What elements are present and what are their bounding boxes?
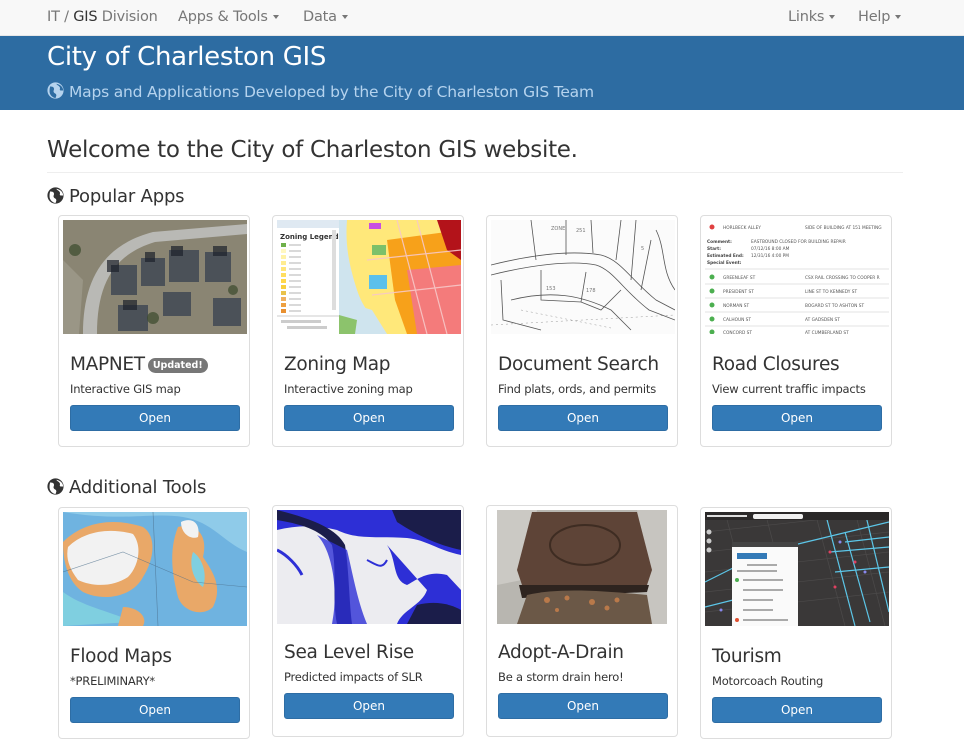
section-title-text: Additional Tools	[69, 477, 207, 498]
menu-label: Links	[788, 9, 825, 25]
open-button-sea-level-rise[interactable]: Open	[284, 693, 454, 719]
card-description: Predicted impacts of SLR	[284, 670, 423, 684]
menu-help[interactable]: Help	[858, 9, 902, 25]
caret-down-icon	[829, 15, 836, 19]
svg-text:5: 5	[641, 246, 644, 252]
caret-down-icon	[895, 15, 902, 19]
svg-text:EASTBOUND CLOSED FOR BUILDING: EASTBOUND CLOSED FOR BUILDING REPAIR	[751, 239, 846, 245]
brand-prefix: IT /	[47, 9, 74, 25]
svg-text:CALHOUN ST: CALHOUN ST	[723, 317, 751, 323]
menu-links[interactable]: Links	[788, 9, 836, 25]
card-title: Sea Level Rise	[284, 642, 414, 663]
app-card-tourism: Tourism Motorcoach Routing Open	[700, 507, 892, 739]
thumbnail-flood-map[interactable]	[63, 512, 247, 626]
open-button-adopt-a-drain[interactable]: Open	[498, 693, 668, 719]
thumbnail-plat-drawing[interactable]: ZONE 251 153 178 5	[491, 220, 675, 334]
brand-link[interactable]: IT / GIS Division	[47, 9, 158, 25]
globe-icon	[47, 187, 64, 204]
svg-text:ZONE: ZONE	[551, 226, 565, 232]
svg-text:PRESIDENT ST: PRESIDENT ST	[723, 289, 754, 295]
thumbnail-aerial-photo[interactable]	[63, 220, 247, 334]
svg-text:Start:: Start:	[707, 246, 721, 252]
section-title-popular-apps: Popular Apps	[47, 186, 185, 207]
svg-text:CSX RAIL CROSSING TO COOPER R: CSX RAIL CROSSING TO COOPER R	[805, 275, 880, 281]
site-title: City of Charleston GIS	[47, 42, 327, 72]
card-description: Find plats, ords, and permits	[498, 382, 657, 396]
globe-icon	[47, 82, 64, 99]
open-button-road-closures[interactable]: Open	[712, 405, 882, 431]
svg-text:Special Event:: Special Event:	[707, 260, 742, 266]
card-description: View current traffic impacts	[712, 382, 866, 396]
svg-text:12/31/16 4:00 PM: 12/31/16 4:00 PM	[751, 253, 789, 259]
divider	[47, 172, 903, 173]
globe-icon	[47, 478, 64, 495]
card-title: Tourism	[712, 646, 782, 667]
thumbnail-motorcoach-map[interactable]	[705, 512, 889, 626]
card-title: Road Closures	[712, 354, 840, 375]
open-button-zoning-map[interactable]: Open	[284, 405, 454, 431]
svg-text:CONCORD ST: CONCORD ST	[723, 330, 752, 334]
menu-label: Help	[858, 9, 891, 25]
card-title: Flood Maps	[70, 646, 172, 667]
svg-text:Estimated End:: Estimated End:	[707, 253, 744, 259]
thumbnail-closure-list[interactable]: HORLBECK ALLEY SIDE OF BUILDING AT 151 M…	[705, 220, 889, 334]
open-button-document-search[interactable]: Open	[498, 405, 668, 431]
card-title: Document Search	[498, 354, 659, 375]
site-subtitle-text: Maps and Applications Developed by the C…	[69, 83, 594, 101]
app-card-zoning-map: Zoning Legend Zoning Map Interactive zon…	[272, 215, 464, 447]
card-description: Be a storm drain hero!	[498, 670, 624, 684]
app-card-road-closures: HORLBECK ALLEY SIDE OF BUILDING AT 151 M…	[700, 215, 892, 447]
app-card-sea-level-rise: Sea Level Rise Predicted impacts of SLR …	[272, 505, 464, 737]
menu-label: Data	[303, 9, 337, 25]
svg-text:178: 178	[586, 288, 596, 294]
card-description: Interactive GIS map	[70, 382, 181, 396]
svg-text:AT GADSDEN ST: AT GADSDEN ST	[805, 317, 840, 323]
site-subtitle: Maps and Applications Developed by the C…	[47, 82, 594, 101]
menu-label: Apps & Tools	[178, 9, 268, 25]
app-card-adopt-a-drain: Adopt-A-Drain Be a storm drain hero! Ope…	[486, 505, 678, 737]
svg-text:Comment:: Comment:	[707, 239, 732, 245]
caret-down-icon	[341, 15, 348, 19]
section-title-text: Popular Apps	[69, 186, 185, 207]
card-title: MAPNET Updated!	[70, 354, 208, 375]
svg-text:AT CUMBERLAND ST: AT CUMBERLAND ST	[805, 330, 849, 334]
brand-bold: GIS	[73, 9, 98, 25]
app-card-flood-maps: Flood Maps *PRELIMINARY* Open	[58, 507, 250, 739]
site-banner: City of Charleston GIS Maps and Applicat…	[0, 36, 964, 110]
thumbnail-sea-level-map[interactable]	[277, 510, 461, 624]
open-button-tourism[interactable]: Open	[712, 697, 882, 723]
menu-data[interactable]: Data	[303, 9, 348, 25]
svg-text:SIDE OF BUILDING AT 151 MEETIN: SIDE OF BUILDING AT 151 MEETING	[805, 225, 882, 231]
section-title-additional-tools: Additional Tools	[47, 477, 206, 498]
welcome-heading: Welcome to the City of Charleston GIS we…	[47, 137, 578, 163]
menu-apps-tools[interactable]: Apps & Tools	[178, 9, 279, 25]
thumbnail-storm-drain-photo[interactable]	[497, 510, 667, 624]
svg-text:251: 251	[576, 228, 586, 234]
top-navbar: IT / GIS Division Apps & Tools Data Link…	[0, 0, 964, 36]
card-description: Interactive zoning map	[284, 382, 413, 396]
open-button-mapnet[interactable]: Open	[70, 405, 240, 431]
zoning-legend-title: Zoning Legend	[280, 233, 339, 241]
svg-text:BOGARD ST TO ASHTON ST: BOGARD ST TO ASHTON ST	[805, 303, 864, 309]
card-title: Adopt-A-Drain	[498, 642, 624, 663]
card-title-text: MAPNET	[70, 354, 145, 375]
app-card-document-search: ZONE 251 153 178 5 Document Search Find pla…	[486, 215, 678, 447]
open-button-flood-maps[interactable]: Open	[70, 697, 240, 723]
svg-text:07/12/16 8:00 AM: 07/12/16 8:00 AM	[751, 246, 790, 252]
card-title: Zoning Map	[284, 354, 391, 375]
svg-text:153: 153	[546, 286, 556, 292]
thumbnail-zoning-map[interactable]: Zoning Legend	[277, 220, 461, 334]
svg-text:HORLBECK ALLEY: HORLBECK ALLEY	[723, 225, 761, 231]
updated-badge: Updated!	[147, 358, 208, 373]
svg-text:GREENLEAF ST: GREENLEAF ST	[723, 275, 756, 281]
svg-text:NORMAN ST: NORMAN ST	[723, 303, 750, 309]
brand-suffix: Division	[97, 9, 158, 25]
card-description: *PRELIMINARY*	[70, 674, 155, 688]
app-card-mapnet: MAPNET Updated! Interactive GIS map Open	[58, 215, 250, 447]
svg-text:LINE ST TO KENNEDY ST: LINE ST TO KENNEDY ST	[805, 289, 858, 295]
closed-status-icon	[709, 224, 715, 230]
card-description: Motorcoach Routing	[712, 674, 824, 688]
caret-down-icon	[272, 15, 279, 19]
